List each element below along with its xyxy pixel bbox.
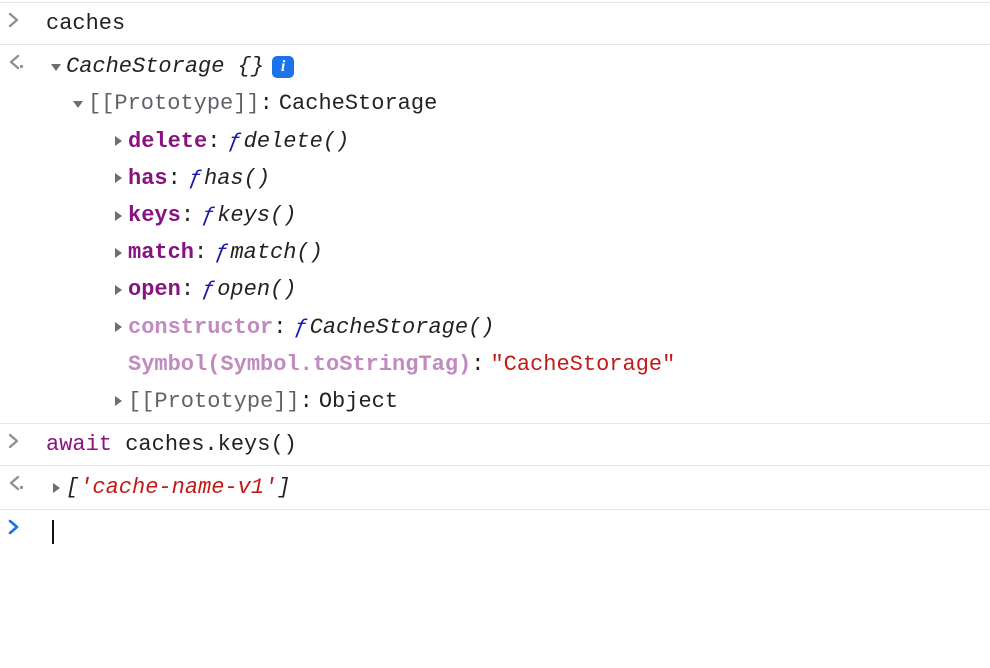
array-open-bracket: [ <box>66 470 79 505</box>
object-braces: {} <box>238 49 264 84</box>
method-row[interactable]: delete: ƒ delete() <box>46 123 990 160</box>
text-cursor <box>52 520 54 544</box>
console-input-row[interactable]: caches <box>0 2 990 44</box>
inner-prototype-value: Object <box>319 384 398 419</box>
function-signature: delete() <box>244 124 350 159</box>
chevron-right-icon[interactable] <box>108 247 128 259</box>
symbol-value: "CacheStorage" <box>490 347 675 382</box>
chevron-right-icon[interactable] <box>108 395 128 407</box>
array-item: 'cache-name-v1' <box>79 470 277 505</box>
function-f-icon: ƒ <box>228 124 241 159</box>
prototype-value: CacheStorage <box>279 86 437 121</box>
console-prompt-row[interactable] <box>0 509 990 551</box>
method-name: match <box>128 235 194 270</box>
chevron-down-icon[interactable] <box>68 98 88 110</box>
function-f-icon: ƒ <box>294 310 307 345</box>
chevron-right-icon[interactable] <box>108 135 128 147</box>
chevron-right-icon[interactable] <box>108 210 128 222</box>
symbol-tag-row[interactable]: Symbol(Symbol.toStringTag): "CacheStorag… <box>46 346 990 383</box>
function-f-icon: ƒ <box>202 198 215 233</box>
prompt-marker-icon <box>6 513 46 537</box>
method-name: has <box>128 161 168 196</box>
class-name: CacheStorage <box>66 49 224 84</box>
function-signature: match() <box>230 235 322 270</box>
chevron-down-icon[interactable] <box>46 61 66 73</box>
object-header[interactable]: CacheStorage {} i <box>46 48 990 85</box>
method-row[interactable]: keys: ƒ keys() <box>46 197 990 234</box>
chevron-right-icon[interactable] <box>108 172 128 184</box>
console-output-row: CacheStorage {} i [[Prototype]] : CacheS… <box>0 44 990 423</box>
symbol-key: Symbol(Symbol.toStringTag) <box>128 347 471 382</box>
inner-prototype-row[interactable]: [[Prototype]]: Object <box>46 383 990 420</box>
internal-slot-label: [[Prototype]] <box>128 384 300 419</box>
prototype-row[interactable]: [[Prototype]] : CacheStorage <box>46 85 990 122</box>
console-output-row: ['cache-name-v1'] <box>0 465 990 509</box>
method-row[interactable]: has: ƒ has() <box>46 160 990 197</box>
method-row[interactable]: match: ƒ match() <box>46 234 990 271</box>
function-signature: CacheStorage() <box>310 310 495 345</box>
constructor-row[interactable]: constructor: ƒ CacheStorage() <box>46 309 990 346</box>
chevron-right-icon[interactable] <box>46 482 66 494</box>
method-name: keys <box>128 198 181 233</box>
await-keyword: await <box>46 432 112 457</box>
input-code: caches.keys() <box>112 432 297 457</box>
constructor-label: constructor <box>128 310 273 345</box>
chevron-right-icon[interactable] <box>108 321 128 333</box>
array-output[interactable]: ['cache-name-v1'] <box>46 469 990 506</box>
function-signature: has() <box>204 161 270 196</box>
chevron-right-icon[interactable] <box>108 284 128 296</box>
console-output: caches CacheStorage {} i <box>0 0 990 552</box>
console-input-row[interactable]: await caches.keys() <box>0 423 990 465</box>
function-f-icon: ƒ <box>202 272 215 307</box>
input-code: caches <box>46 11 125 36</box>
input-marker-icon <box>6 427 46 451</box>
output-marker-icon <box>6 469 46 493</box>
info-icon[interactable]: i <box>272 56 294 78</box>
array-close-bracket: ] <box>277 470 290 505</box>
method-name: open <box>128 272 181 307</box>
input-marker-icon <box>6 6 46 30</box>
function-signature: keys() <box>217 198 296 233</box>
function-signature: open() <box>217 272 296 307</box>
internal-slot-label: [[Prototype]] <box>88 86 260 121</box>
function-f-icon: ƒ <box>215 235 228 270</box>
method-name: delete <box>128 124 207 159</box>
output-marker-icon <box>6 48 46 72</box>
function-f-icon: ƒ <box>189 161 202 196</box>
method-row[interactable]: open: ƒ open() <box>46 271 990 308</box>
console-input[interactable] <box>46 513 990 548</box>
